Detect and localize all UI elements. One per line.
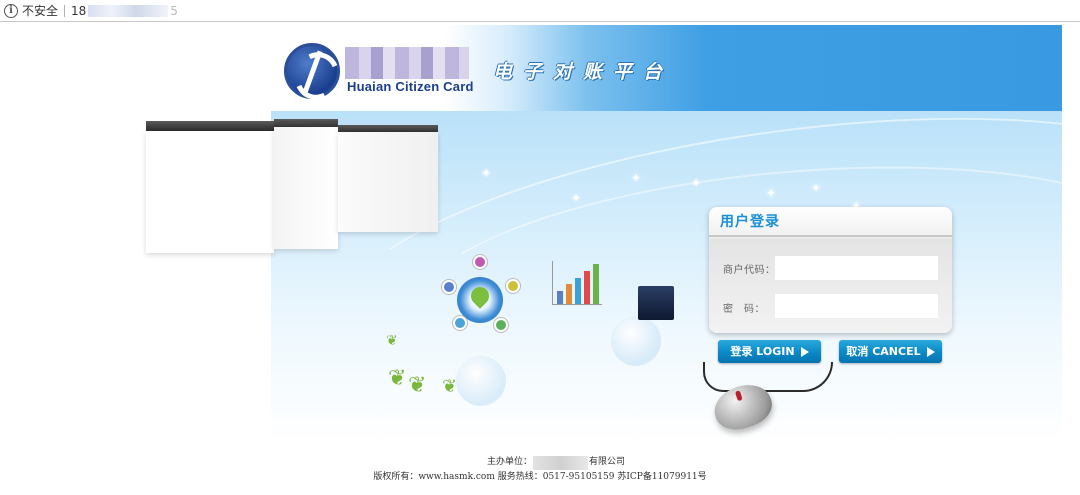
panel-top-edge bbox=[146, 121, 274, 131]
bubble-orb bbox=[456, 356, 506, 406]
url-text[interactable]: 18 5 bbox=[71, 4, 178, 18]
footer-copyright: 版权所有：www.hasmk.com 服务热线：0517-95105159 苏I… bbox=[373, 472, 707, 482]
play-arrow-icon bbox=[926, 346, 935, 357]
footer-host-line: 主办单位： 有限公司 bbox=[0, 455, 1080, 470]
logo-english-name: Huaian Citizen Card bbox=[347, 79, 474, 94]
network-node-icon bbox=[475, 257, 485, 267]
device-panel bbox=[338, 132, 438, 232]
login-panel: 用户登录 商户代码： 密 码： bbox=[709, 207, 952, 333]
chart-panel bbox=[274, 127, 338, 249]
bar-chart-icon bbox=[552, 261, 602, 305]
sparkle-icon: ✦ bbox=[631, 171, 642, 185]
mini-chart-bar bbox=[575, 278, 581, 304]
url-suffix: 5 bbox=[170, 3, 178, 18]
sparkle-icon: ✦ bbox=[691, 176, 702, 190]
url-redacted bbox=[88, 4, 169, 17]
footer-host-redacted bbox=[533, 455, 588, 470]
cancel-button-label: 取消 CANCEL bbox=[846, 345, 921, 358]
network-node-icon bbox=[455, 318, 465, 328]
login-button-label: 登录 LOGIN bbox=[730, 345, 795, 358]
seedling-icon: ❦ bbox=[442, 376, 458, 397]
merchant-code-label: 商户代码： bbox=[723, 265, 776, 276]
mini-chart-bar bbox=[557, 291, 563, 304]
seedling-icon: ❦ bbox=[386, 333, 398, 349]
login-button[interactable]: 登录 LOGIN bbox=[718, 340, 821, 363]
sparkle-icon: ✦ bbox=[766, 186, 777, 200]
sparkle-icon: ✦ bbox=[571, 191, 582, 205]
login-title: 用户登录 bbox=[709, 207, 952, 237]
security-status[interactable]: 不安全 bbox=[22, 2, 58, 19]
footer-host-suffix: 有限公司 bbox=[589, 457, 626, 467]
login-form: 商户代码： 密 码： bbox=[709, 239, 952, 333]
logo-redacted-text bbox=[345, 47, 469, 79]
merchant-code-input[interactable] bbox=[775, 256, 938, 280]
citizen-card-logo-icon bbox=[284, 43, 340, 99]
seedling-icon: ❦ bbox=[388, 366, 407, 391]
network-node-icon bbox=[496, 320, 506, 330]
page-footer: 主办单位： 有限公司 版权所有：www.hasmk.com 服务热线：0517-… bbox=[0, 455, 1080, 485]
mini-chart-bar bbox=[566, 284, 572, 304]
footer-host-label: 主办单位： bbox=[486, 457, 532, 467]
bubble-orb bbox=[611, 316, 661, 366]
header-banner: Huaian Citizen Card 电子对账平台 bbox=[271, 25, 1062, 111]
network-node-icon bbox=[444, 282, 454, 292]
play-arrow-icon bbox=[800, 346, 809, 357]
network-node-icon bbox=[508, 281, 518, 291]
seedling-icon: ❦ bbox=[408, 373, 427, 398]
network-panel bbox=[146, 131, 274, 253]
info-icon[interactable]: i bbox=[4, 3, 18, 18]
mini-chart-bar bbox=[593, 264, 599, 304]
sparkle-icon: ✦ bbox=[811, 181, 822, 195]
password-label: 密 码： bbox=[723, 304, 765, 315]
address-separator bbox=[64, 4, 66, 17]
mouse-cable bbox=[703, 362, 833, 392]
cancel-button[interactable]: 取消 CANCEL bbox=[839, 340, 942, 363]
password-input[interactable] bbox=[775, 294, 938, 318]
sparkle-icon: ✦ bbox=[481, 166, 492, 180]
card-reader-icon bbox=[638, 286, 674, 320]
url-prefix: 18 bbox=[71, 3, 87, 18]
address-bar[interactable]: i 不安全 18 5 bbox=[0, 0, 1080, 22]
page-title: 电子对账平台 bbox=[493, 61, 674, 83]
mini-chart-bar bbox=[584, 271, 590, 304]
